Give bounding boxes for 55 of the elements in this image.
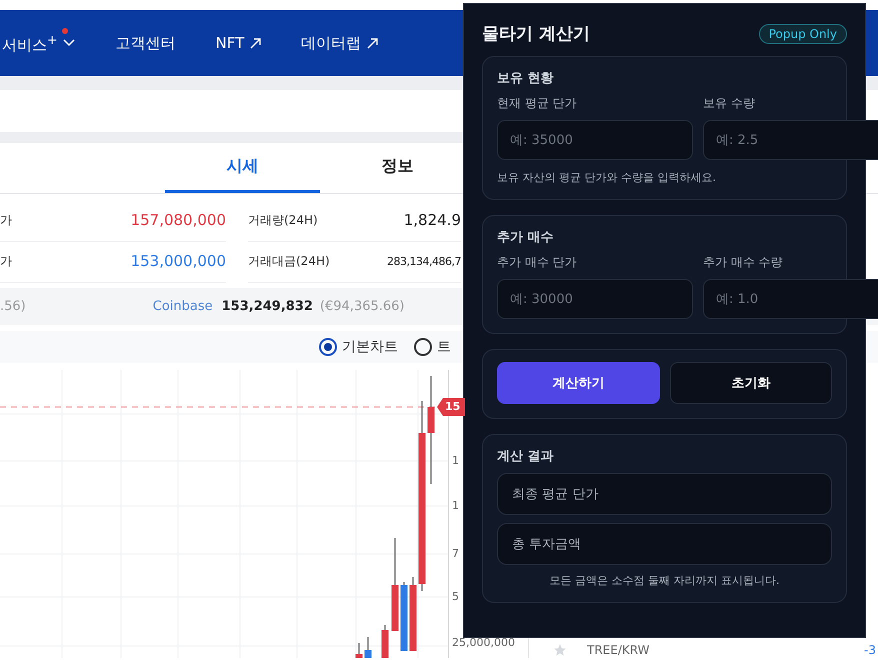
note-text: 모든 금액은 소수점 둘째 자리까지 표시됩니다. <box>548 573 780 588</box>
input-field[interactable]: 예: 35000 <box>497 120 693 160</box>
stat-label: 거래량(24H) <box>248 212 318 228</box>
change-value: -3 <box>864 643 877 657</box>
hint-text: 보유 자산의 평균 단가와 수량을 입력하세요. <box>497 170 717 185</box>
nav-link[interactable]: NFT <box>215 34 262 52</box>
axis-label: 25,000,000 <box>452 636 515 649</box>
axis-label: 7 <box>452 547 459 560</box>
field-label: 현재 평균 단가 <box>497 95 578 112</box>
input-field[interactable]: 예: 1.0 <box>703 279 878 319</box>
price-text: .56) <box>0 299 26 314</box>
result-row: 총 투자금액 <box>497 523 832 565</box>
radio-label: 트 <box>437 338 451 356</box>
exchange-price: 153,249,832 <box>222 299 313 314</box>
nav-link[interactable]: 서비스$^{+}$ <box>2 32 76 54</box>
candle <box>400 582 408 651</box>
calculate-button[interactable]: 계산하기 <box>497 362 660 404</box>
result-row: 최종 평균 단가 <box>497 473 832 515</box>
nav-link[interactable]: 고객센터 <box>115 34 176 52</box>
field-label: 추가 매수 단가 <box>497 254 578 271</box>
popup-badge: Popup Only <box>758 24 847 44</box>
market-pair: TREE/KRW <box>587 643 650 657</box>
popup-title: 물타기 계산기 <box>482 23 590 45</box>
converted-price: (€94,365.66) <box>320 299 404 314</box>
section-title: 계산 결과 <box>497 448 555 465</box>
exchange-name: Coinbase <box>152 299 213 314</box>
price-tag: 15 <box>437 398 465 416</box>
star-icon[interactable] <box>553 643 567 657</box>
candle <box>356 643 362 658</box>
section-title: 추가 매수 <box>497 229 555 246</box>
radio-label: 기본차트 <box>342 338 398 356</box>
stat-value: 1,824.9 <box>404 211 461 229</box>
stat-value: 153,000,000 <box>130 252 226 270</box>
input-field[interactable]: 예: 2.5 <box>703 120 878 160</box>
section-title: 보유 현황 <box>497 70 555 87</box>
chevron-down-icon <box>63 39 76 47</box>
input-field[interactable]: 예: 30000 <box>497 279 693 319</box>
nav-link[interactable]: 데이터랩 <box>301 34 378 52</box>
axis-label: 1 <box>452 454 459 467</box>
field-label: 보유 수량 <box>703 95 756 112</box>
axis-label: 5 <box>452 590 459 603</box>
candle <box>364 637 372 658</box>
candle <box>382 625 388 658</box>
reset-button[interactable]: 초기화 <box>670 362 832 404</box>
external-arrow-icon <box>250 38 262 48</box>
stat-label: 거래대금(24H) <box>248 252 330 270</box>
stat-value: 283,134,486,7 <box>387 254 461 268</box>
field-label: 추가 매수 수량 <box>703 254 784 271</box>
stat-label: 가 <box>0 252 12 270</box>
stat-label: 가 <box>0 212 12 228</box>
radio-button[interactable] <box>414 338 432 356</box>
radio-button[interactable] <box>319 338 337 356</box>
stat-value: 157,080,000 <box>130 211 226 229</box>
external-arrow-icon <box>367 38 378 48</box>
axis-label: 1 <box>452 499 459 512</box>
